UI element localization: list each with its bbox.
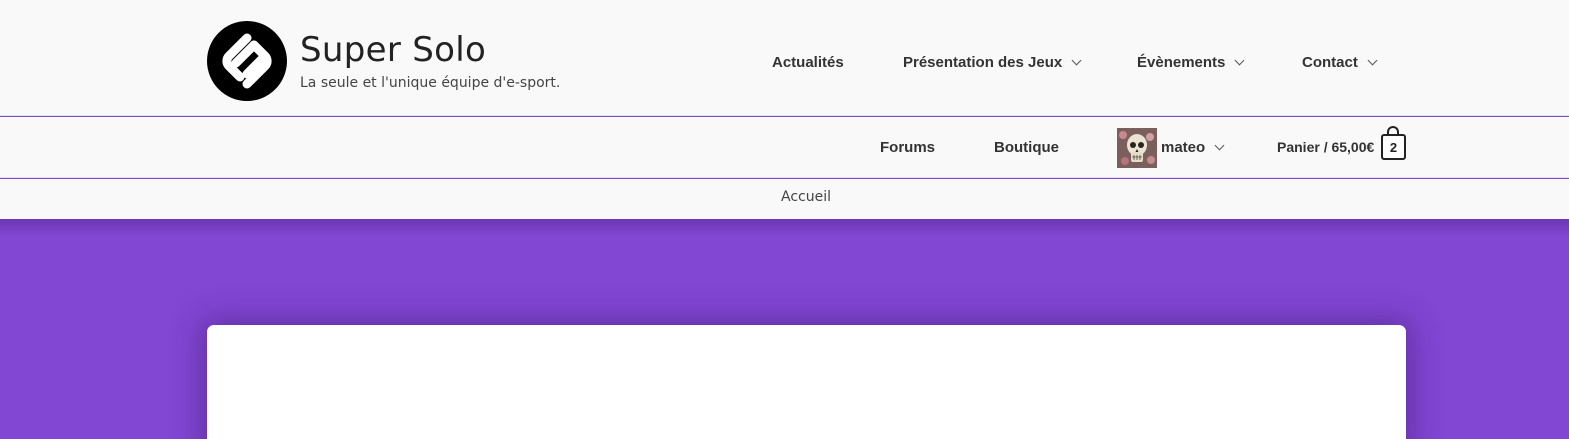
top-header: Super Solo La seule et l'unique équipe d… (0, 0, 1569, 116)
chevron-down-icon (1214, 140, 1225, 151)
cart-count: 2 (1389, 139, 1398, 155)
user-name: mateo (1161, 139, 1206, 156)
shopping-bag-icon[interactable]: 2 (1381, 134, 1406, 160)
nav-item-presentation-jeux[interactable]: Présentation des Jeux (903, 53, 1082, 71)
site-logo[interactable] (207, 21, 287, 101)
site-title[interactable]: Super Solo (300, 30, 486, 70)
nav-item-label: Présentation des Jeux (903, 53, 1063, 71)
nav-item-evenements[interactable]: Évènements (1137, 53, 1245, 71)
header-shadow (0, 219, 1569, 237)
breadcrumb: Accueil (0, 189, 1569, 205)
chevron-down-icon (1071, 55, 1082, 65)
nav-item-label: Évènements (1137, 53, 1226, 71)
secondary-header: Forums Boutique mateo Panier / 65,00€ 2 (0, 117, 1569, 178)
nav-item-label: Actualités (772, 53, 844, 71)
breadcrumb-home[interactable]: Accueil (781, 189, 831, 205)
nav-item-label: Contact (1302, 53, 1358, 71)
breadcrumb-bar: Accueil (0, 179, 1569, 219)
chevron-down-icon (1367, 55, 1378, 65)
nav-item-boutique[interactable]: Boutique (994, 139, 1059, 156)
super-solo-logo-icon (222, 33, 272, 89)
user-menu[interactable]: mateo (1161, 139, 1225, 156)
site-tagline: La seule et l'unique équipe d'e-sport. (300, 75, 561, 91)
chevron-down-icon (1234, 55, 1245, 65)
nav-item-contact[interactable]: Contact (1302, 53, 1378, 71)
skull-avatar-icon (1117, 128, 1157, 168)
cart-link[interactable]: Panier / 65,00€ (1277, 139, 1374, 155)
nav-item-actualites[interactable]: Actualités (772, 54, 844, 71)
nav-item-forums[interactable]: Forums (880, 139, 935, 156)
content-card (207, 325, 1406, 439)
user-avatar[interactable] (1117, 128, 1157, 168)
